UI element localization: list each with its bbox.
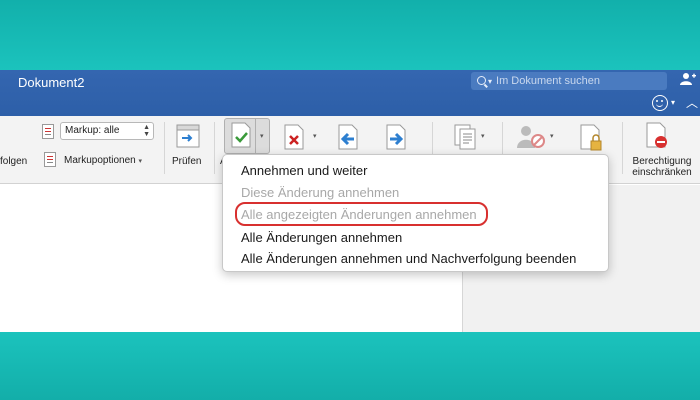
- collapse-ribbon-icon[interactable]: ︿: [686, 94, 698, 111]
- menu-item-accept-all[interactable]: Alle Änderungen annehmen: [241, 230, 402, 245]
- ribbon-divider: [214, 122, 215, 174]
- previous-change-icon[interactable]: [338, 124, 362, 152]
- markup-select-value: Markup: alle: [65, 125, 120, 136]
- reject-caret-icon[interactable]: ▾: [313, 132, 317, 140]
- accept-caret-icon: ▾: [260, 133, 264, 140]
- restrict-permission-button[interactable]: Berechtigung einschränken: [631, 156, 693, 178]
- restrict-permission-icon[interactable]: [646, 122, 670, 150]
- restrict-permission-label-line2: einschränken: [632, 167, 692, 178]
- track-changes-label[interactable]: folgen: [0, 156, 27, 167]
- background-top: [0, 0, 700, 70]
- markup-options-icon: [44, 152, 56, 167]
- markup-options-label: Markupoptionen: [64, 155, 136, 166]
- review-button[interactable]: Prüfen: [172, 156, 201, 167]
- menu-item-accept-this-change: Diese Änderung annehmen: [241, 185, 400, 200]
- feedback-smiley-icon[interactable]: [652, 95, 668, 111]
- feedback-caret-icon[interactable]: ▾: [671, 98, 675, 107]
- search-icon: [477, 76, 486, 85]
- ribbon-divider: [622, 122, 623, 174]
- restrict-permission-label-line1: Berechtigung: [632, 156, 692, 167]
- accept-change-icon: [231, 122, 255, 150]
- markup-display-icon: [42, 124, 54, 139]
- search-caret-icon: ▾: [488, 77, 493, 86]
- markup-options-button[interactable]: Markupoptionen ▾: [64, 155, 142, 166]
- search-input[interactable]: ▾ Im Dokument suchen: [471, 72, 667, 90]
- protect-document-icon[interactable]: [580, 124, 604, 152]
- compare-documents-icon[interactable]: [454, 124, 478, 152]
- menu-item-accept-all-stop-tracking[interactable]: Alle Änderungen annehmen und Nachverfolg…: [241, 251, 576, 266]
- block-authors-caret-icon[interactable]: ▾: [550, 132, 554, 140]
- menu-item-accept-all-shown: Alle angezeigten Änderungen annehmen: [241, 207, 477, 222]
- ribbon-divider: [164, 122, 165, 174]
- next-change-icon[interactable]: [386, 124, 410, 152]
- compare-caret-icon[interactable]: ▾: [481, 132, 485, 140]
- review-pane-icon[interactable]: [176, 124, 200, 152]
- share-user-icon[interactable]: [680, 72, 696, 89]
- markup-options-caret-icon: ▾: [138, 158, 143, 165]
- reject-change-icon[interactable]: [284, 124, 308, 152]
- document-title: Dokument2: [18, 75, 85, 90]
- menu-item-accept-and-next[interactable]: Annehmen und weiter: [241, 163, 367, 178]
- background-bottom: [0, 332, 700, 400]
- block-authors-icon[interactable]: [516, 124, 545, 152]
- title-bar: Dokument2 ▾ Im Dokument suchen ▾ ︿: [0, 70, 700, 116]
- select-stepper-icon: ▲ ▼: [143, 124, 150, 138]
- markup-select[interactable]: Markup: alle ▲ ▼: [60, 122, 154, 140]
- search-placeholder: Im Dokument suchen: [496, 75, 600, 87]
- accept-dropdown-menu: Annehmen und weiter Diese Änderung anneh…: [222, 154, 609, 272]
